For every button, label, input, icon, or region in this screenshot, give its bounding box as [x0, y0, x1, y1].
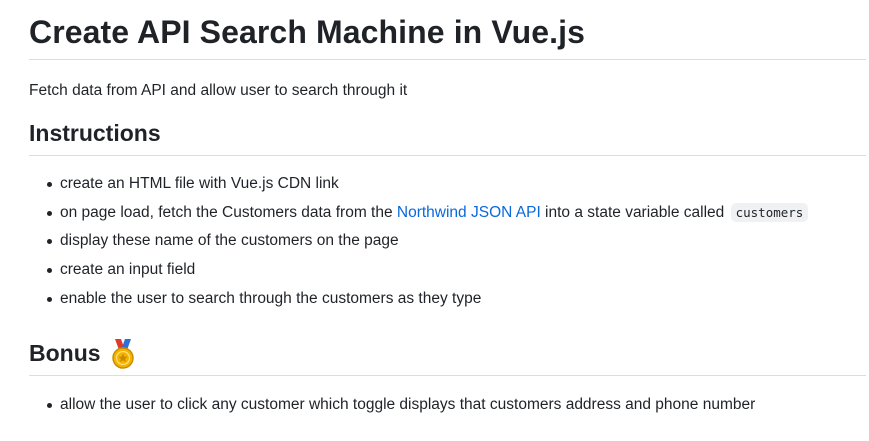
list-item: create an input field: [29, 260, 866, 280]
bonus-list: allow the user to click any customer whi…: [29, 376, 866, 415]
list-item-text: enable the user to search through the cu…: [60, 289, 482, 307]
readme-document: Create API Search Machine in Vue.js Fetc…: [0, 0, 869, 441]
list-item-text: allow the user to click any customer whi…: [60, 396, 756, 414]
list-item-text: display these name of the customers on t…: [60, 232, 399, 250]
medal-icon: [109, 339, 137, 370]
instructions-list: create an HTML file with Vue.js CDN link…: [29, 156, 866, 309]
list-item-text: create an HTML file with Vue.js CDN link: [60, 175, 339, 192]
list-item: allow the user to click any customer whi…: [29, 395, 866, 415]
bonus-heading-text: Bonus: [29, 340, 101, 367]
inline-code: customers: [730, 202, 809, 222]
list-item-text: create an input field: [60, 261, 196, 279]
northwind-api-link[interactable]: Northwind JSON API: [397, 204, 541, 221]
description: Fetch data from API and allow user to se…: [29, 82, 408, 99]
list-item: on page load, fetch the Customers data f…: [29, 202, 866, 223]
instructions-heading: Instructions: [29, 101, 866, 156]
bonus-heading: Bonus: [29, 317, 866, 377]
list-item-text: on page load, fetch the Customers data f…: [60, 203, 397, 221]
page-title: Create API Search Machine in Vue.js: [29, 0, 866, 60]
list-item-text: into a state variable called: [540, 203, 729, 221]
list-item: display these name of the customers on t…: [29, 231, 866, 251]
list-item: create an HTML file with Vue.js CDN link: [29, 174, 866, 194]
list-item: enable the user to search through the cu…: [29, 289, 866, 309]
instructions-heading-text: Instructions: [29, 120, 161, 146]
